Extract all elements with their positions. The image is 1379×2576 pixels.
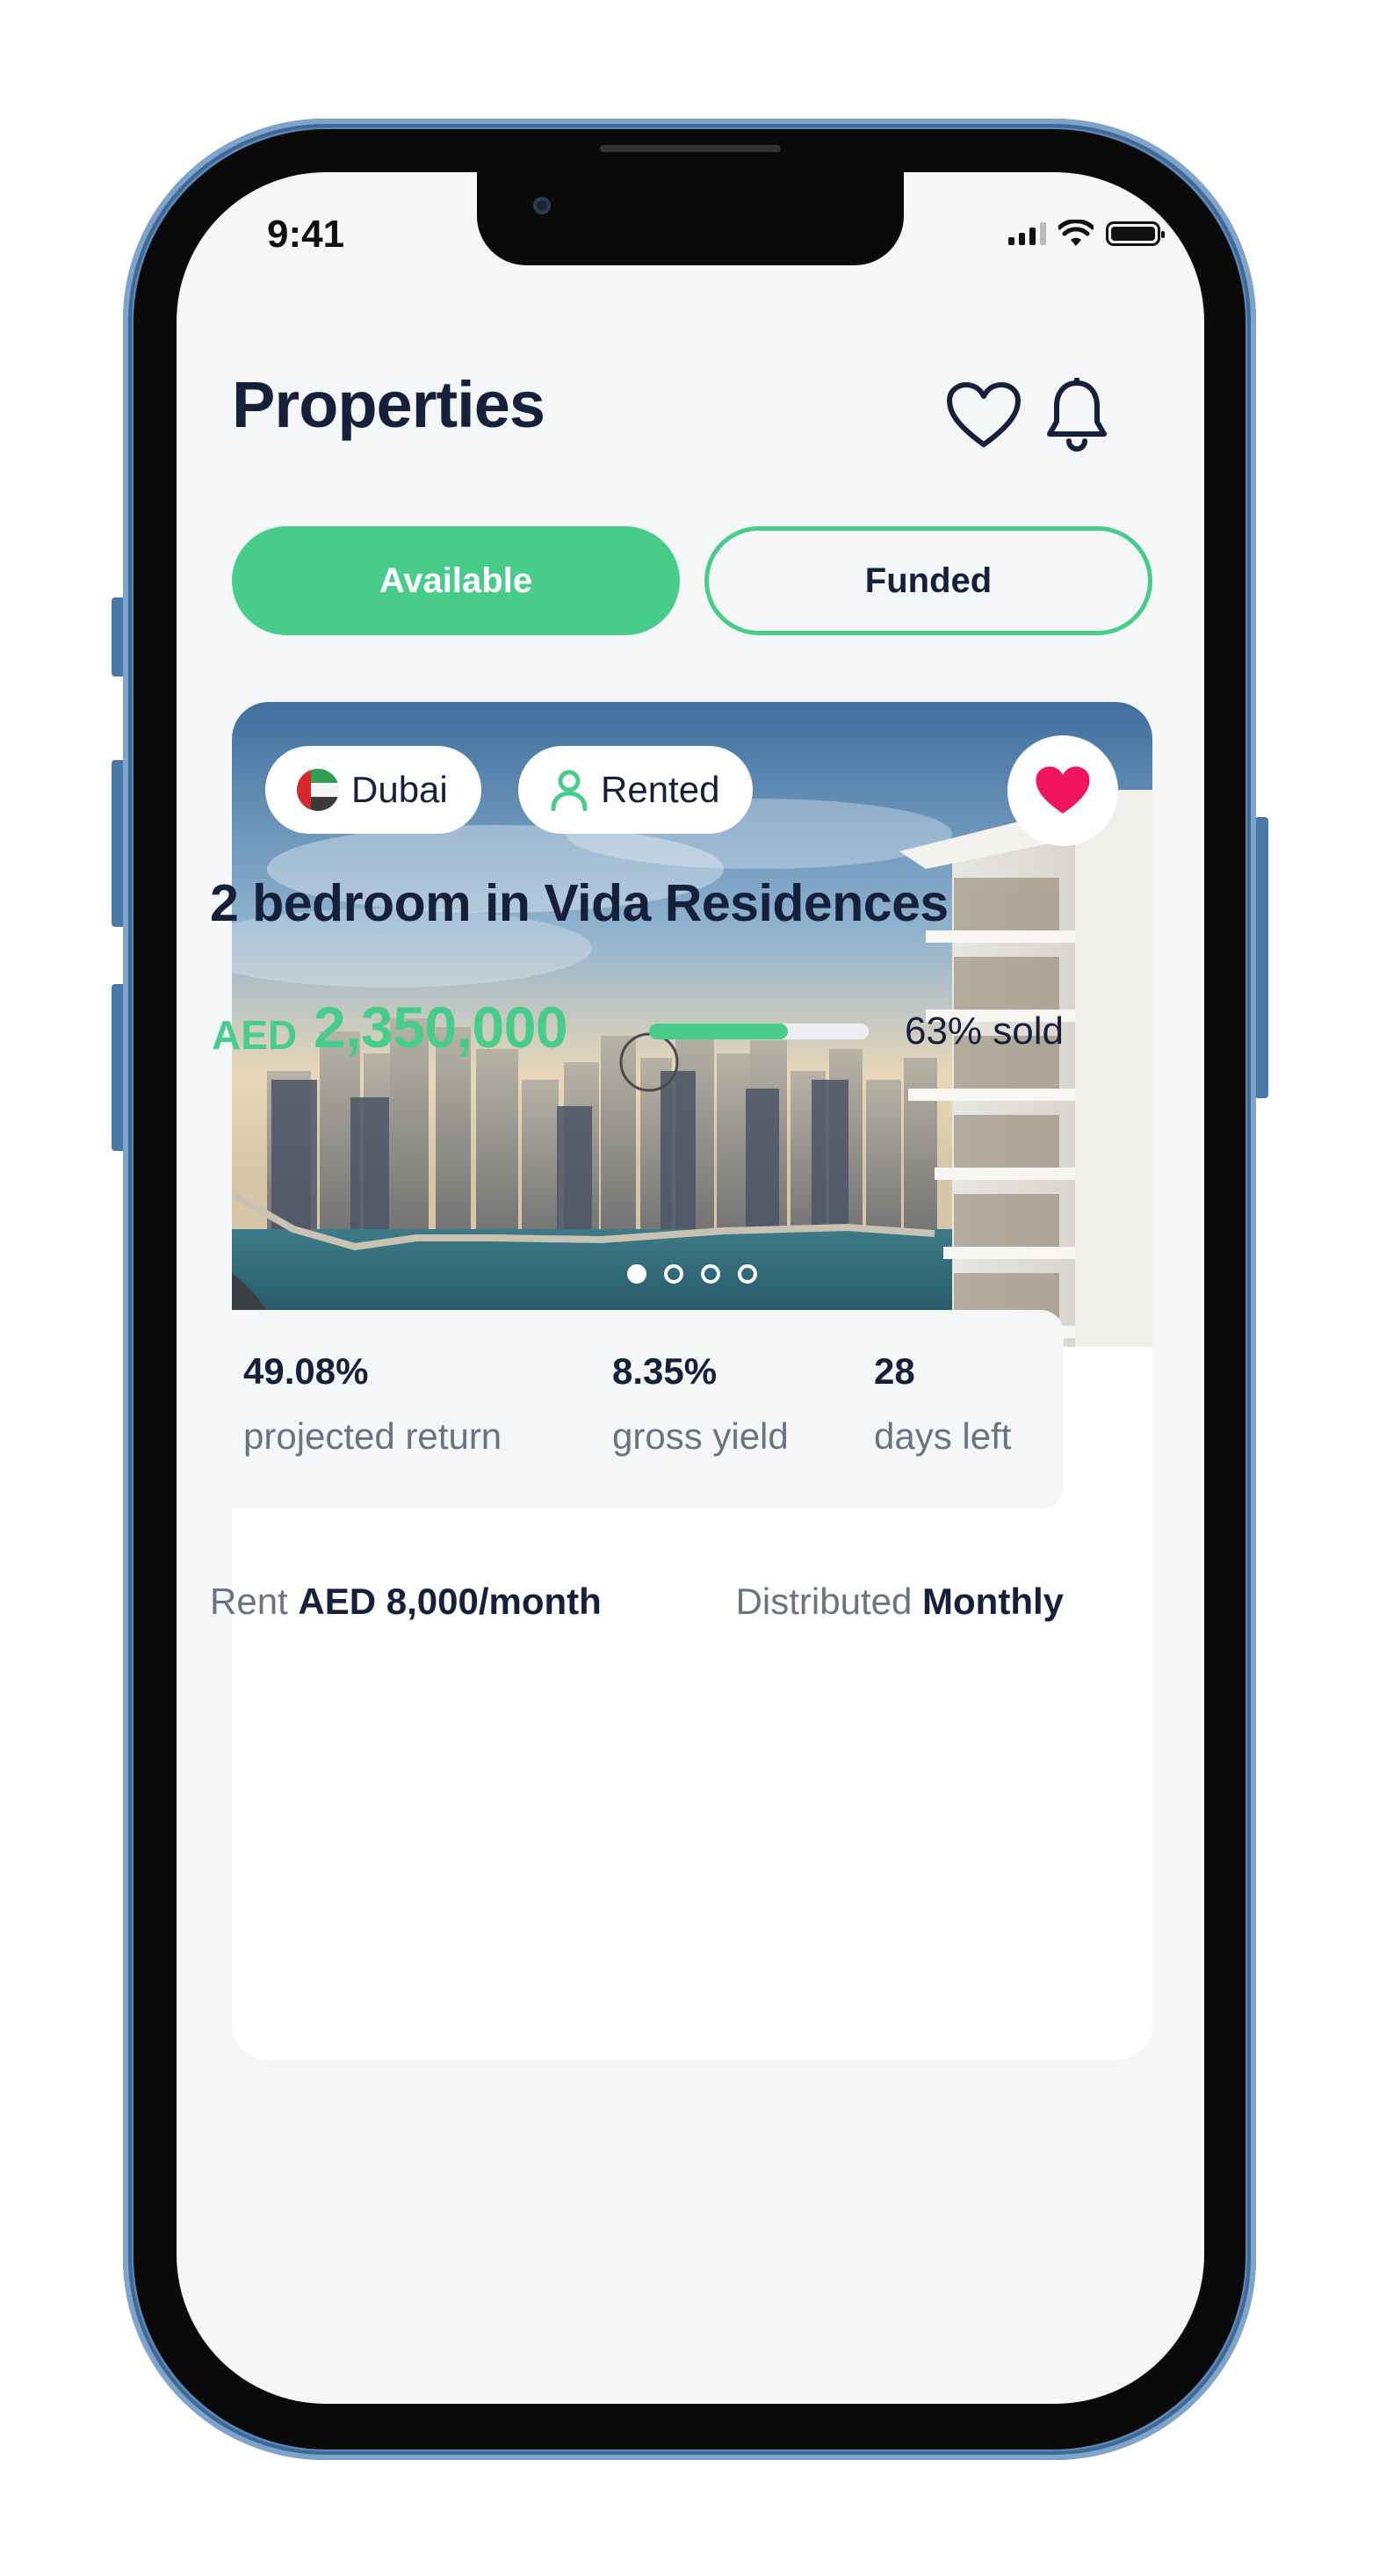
- power-button: [1254, 817, 1268, 1098]
- price-row: AED 2,350,000 63% sold: [212, 994, 1064, 1064]
- rent-label: Rent: [210, 1581, 288, 1622]
- location-badge: Dubai: [265, 746, 481, 834]
- app-screen: 9:41 Properties Available Funded Dubai R…: [177, 172, 1204, 2404]
- uae-flag-icon: [297, 769, 339, 811]
- funding-progress-bar: [649, 1024, 869, 1039]
- tab-available[interactable]: Available: [232, 526, 680, 635]
- price-currency: AED: [212, 1012, 298, 1058]
- heart-filled-icon: [1036, 766, 1090, 814]
- distribution-value: Monthly: [922, 1581, 1064, 1622]
- bell-icon: [1047, 378, 1107, 452]
- battery-icon: [1106, 221, 1165, 246]
- gallery-pagination: [627, 1264, 757, 1284]
- funding-progress-fill: [649, 1024, 788, 1039]
- rent-info: Rent AED 8,000/month: [210, 1581, 602, 1623]
- cellular-signal-icon: [1008, 222, 1046, 245]
- pagination-dot[interactable]: [664, 1264, 683, 1284]
- sold-percentage: 63% sold: [904, 1009, 1064, 1053]
- stat-label: projected return: [243, 1415, 502, 1457]
- property-title: 2 bedroom in Vida Residences: [210, 874, 949, 932]
- stat-label: gross yield: [612, 1415, 789, 1457]
- tab-funded[interactable]: Funded: [704, 526, 1152, 635]
- rental-status-badge: Rented: [518, 746, 754, 834]
- stat-days-left: 28 days left: [874, 1350, 1011, 1458]
- investment-stats: 49.08% projected return 8.35% gross yiel…: [210, 1310, 1064, 1509]
- front-camera: [533, 197, 551, 214]
- page-title: Properties: [232, 368, 545, 441]
- pagination-dot[interactable]: [627, 1264, 646, 1284]
- stat-value: 8.35%: [612, 1350, 718, 1392]
- distribution-label: Distributed: [735, 1581, 913, 1622]
- status-time: 9:41: [267, 213, 345, 256]
- stat-value: 49.08%: [243, 1350, 369, 1392]
- person-icon: [551, 770, 588, 811]
- stat-value: 28: [874, 1350, 915, 1392]
- rental-status-label: Rented: [601, 769, 720, 810]
- rent-value: AED 8,000/month: [298, 1581, 602, 1622]
- heart-outline-icon: [947, 382, 1021, 447]
- home-indicator[interactable]: [546, 2376, 834, 2384]
- status-icons: [1008, 216, 1165, 251]
- notifications-button[interactable]: [1037, 376, 1116, 455]
- wifi-icon: [1058, 220, 1094, 246]
- location-label: Dubai: [351, 769, 448, 810]
- stat-label: days left: [874, 1415, 1012, 1457]
- price-value: 2,350,000: [314, 995, 568, 1060]
- earpiece-speaker: [600, 145, 781, 152]
- stat-gross-yield: 8.35% gross yield: [612, 1350, 789, 1458]
- favorite-button[interactable]: [1007, 735, 1118, 846]
- favorites-button[interactable]: [944, 376, 1023, 455]
- distribution-info: Distributed Monthly: [736, 1581, 1064, 1623]
- pagination-dot[interactable]: [738, 1264, 757, 1284]
- stat-projected-return: 49.08% projected return: [243, 1350, 502, 1458]
- notch: [477, 172, 904, 265]
- pagination-dot[interactable]: [701, 1264, 720, 1284]
